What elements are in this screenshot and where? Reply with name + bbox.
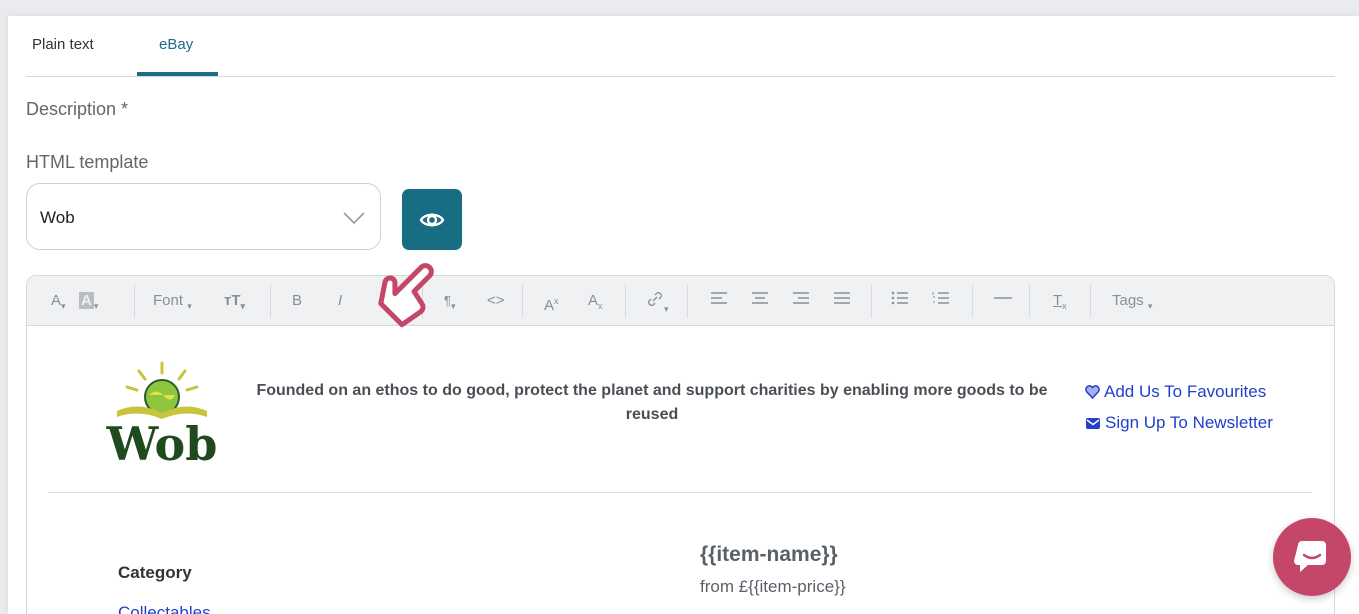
horizontal-rule-icon [994,297,1012,299]
hand-pointer-icon [378,263,434,328]
subscript-button[interactable]: Ax [588,290,603,312]
newsletter-signup-link[interactable]: Sign Up To Newsletter [1085,413,1273,433]
align-center-icon [752,292,768,304]
tab-ebay[interactable]: eBay [159,36,193,53]
preview-button[interactable] [402,189,462,250]
svg-text:Wob: Wob [106,417,218,467]
align-center-button[interactable] [751,290,769,312]
align-justify-button[interactable] [833,290,851,312]
editor-content[interactable]: Wob Founded on an ethos to do good, prot… [27,327,1334,614]
envelope-icon [1086,418,1100,429]
item-price-placeholder: from £{{item-price}} [700,577,846,596]
background-color-button[interactable]: A ▾ [79,290,98,312]
bullet-list-button[interactable] [891,290,909,312]
text-color-button[interactable]: A▾ [51,290,66,312]
description-label: Description * [26,99,129,119]
tagline-text: Founded on an ethos to do good, protect … [256,382,1048,423]
tags-dropdown[interactable]: Tags ▾ [1112,290,1152,312]
bullet-list-icon [891,291,908,305]
content-divider [48,492,1312,493]
wob-logo: Wob [106,361,218,467]
heart-icon [1085,385,1100,400]
tab-bar: Plain text eBay [26,16,1335,77]
align-right-button[interactable] [792,290,810,312]
chat-bubble-icon [1294,541,1326,572]
html-template-value: Wob [40,208,75,227]
link-button[interactable]: ▾ [646,290,669,314]
align-left-button[interactable] [710,290,728,312]
horizontal-rule-button[interactable] [993,290,1013,312]
paragraph-button[interactable]: ¶▾ [444,290,456,312]
category-heading: Category [118,563,192,582]
clear-format-button[interactable]: Tx [1053,290,1067,312]
active-tab-indicator [137,72,218,76]
tab-plain-text[interactable]: Plain text [32,36,94,53]
font-dropdown[interactable]: Font ▾ [153,290,192,312]
align-left-icon [711,292,727,304]
numbered-list-button[interactable] [932,290,950,312]
align-justify-icon [834,292,850,304]
editor-toolbar: A▾ A▾ Font ▾ тT▾ B I U ¶▾ <> Ax Ax ▾ [27,276,1334,326]
html-template-select[interactable]: Wob [26,183,381,250]
link-icon [648,292,662,306]
rich-text-editor: A▾ A▾ Font ▾ тT▾ B I U ¶▾ <> Ax Ax ▾ [26,275,1335,614]
italic-button[interactable]: I [338,290,342,312]
superscript-button[interactable]: Ax [544,290,559,314]
code-button[interactable]: <> [487,290,505,312]
chevron-down-icon [343,212,365,225]
item-name-placeholder: {{item-name}} [700,543,838,566]
category-link-collectables[interactable]: Collectables [118,603,211,614]
add-to-favourites-link[interactable]: Add Us To Favourites [1085,382,1266,402]
chat-widget-button[interactable] [1273,518,1351,596]
eye-icon [419,213,445,226]
numbered-list-icon [932,292,949,304]
html-template-label: HTML template [26,152,149,172]
description-panel: Plain text eBay Description * HTML templ… [8,16,1359,614]
font-size-button[interactable]: тT▾ [224,290,245,312]
bold-button[interactable]: B [292,290,302,312]
align-right-icon [793,292,809,304]
